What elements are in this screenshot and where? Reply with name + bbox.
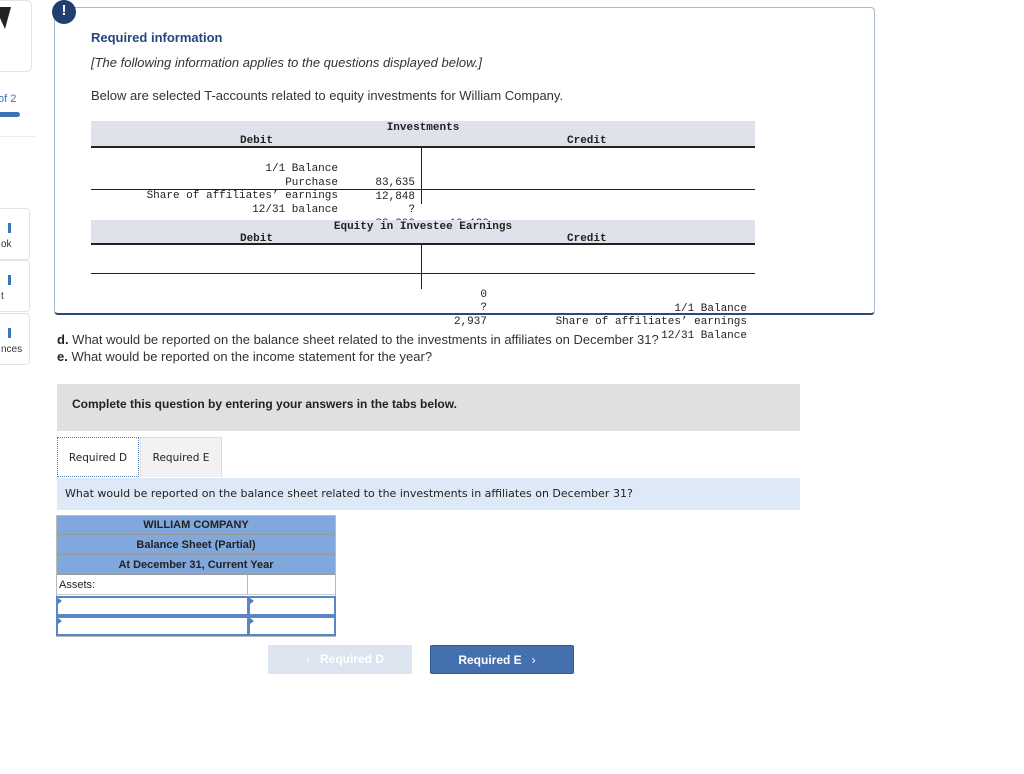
t-account-total-row: 2,937 12/31 Balance bbox=[91, 273, 755, 342]
t-account-investments: Investments Debit Credit 1/1 Balance 83,… bbox=[91, 121, 755, 244]
credit-label: Share of affiliates’ earnings bbox=[555, 316, 747, 328]
tab-required-e[interactable]: Required E bbox=[140, 437, 222, 477]
t-account-row: Share of affiliates’ earnings ? 10,120 S… bbox=[91, 175, 755, 244]
t-account-row: Purchase 12,848 bbox=[91, 162, 755, 203]
question-d-text: What would be reported on the balance sh… bbox=[68, 332, 659, 347]
chevron-right-icon: › bbox=[531, 653, 536, 667]
next-required-e-button[interactable]: Required E › bbox=[430, 645, 574, 674]
t-account-title: Investments bbox=[386, 122, 460, 134]
t-account-header: Equity in Investee Earnings Debit Credit bbox=[91, 220, 755, 245]
assets-label: Assets: bbox=[56, 575, 248, 595]
sidebar-divider bbox=[0, 136, 36, 137]
credit-header: Credit bbox=[567, 233, 607, 245]
t-account-body: 0 1/1 Balance ? Share of affiliates’ ear… bbox=[91, 245, 755, 342]
t-account-row: ? Share of affiliates’ earnings bbox=[91, 259, 755, 328]
assets-amount-cell bbox=[248, 575, 336, 595]
balance-sheet-amount-input-1[interactable] bbox=[248, 596, 336, 616]
debit-header: Debit bbox=[239, 233, 273, 245]
alert-icon: ! bbox=[52, 0, 76, 24]
debit-header: Debit bbox=[239, 135, 273, 147]
debit-value: ? bbox=[408, 204, 415, 216]
sidebar-item-ebook[interactable]: ok bbox=[0, 208, 30, 260]
balance-sheet-label-input-2[interactable] bbox=[56, 616, 249, 636]
next-button-label: Required E bbox=[458, 653, 522, 667]
progress-bar bbox=[0, 112, 20, 117]
logo-card bbox=[0, 0, 32, 72]
credit-value: 2,937 bbox=[453, 316, 487, 328]
credit-label: 12/31 Balance bbox=[661, 330, 747, 342]
balance-sheet-date: At December 31, Current Year bbox=[56, 555, 336, 575]
question-e-text: What would be reported on the income sta… bbox=[67, 349, 433, 364]
t-account-row: 1/1 Balance 83,635 bbox=[91, 148, 755, 189]
question-d: d. What would be reported on the balance… bbox=[57, 332, 659, 347]
credit-label: 1/1 Balance bbox=[674, 303, 747, 315]
t-account-total-row: 12/31 balance 89,300 bbox=[91, 189, 755, 230]
sidebar: of 2 ok t nces bbox=[0, 0, 36, 380]
tab-required-d[interactable]: Required D bbox=[57, 437, 139, 477]
logo-icon bbox=[0, 7, 11, 29]
required-information-description: Below are selected T-accounts related to… bbox=[91, 88, 564, 103]
question-d-prefix: d. bbox=[57, 332, 69, 347]
t-account-header: Investments Debit Credit bbox=[91, 121, 755, 148]
previous-button-label: Required D bbox=[319, 652, 384, 666]
sidebar-item-references[interactable]: nces bbox=[0, 313, 30, 365]
balance-sheet-amount-input-2[interactable] bbox=[248, 616, 336, 636]
progress-label: of 2 bbox=[0, 93, 17, 105]
tab-prompt: What would be reported on the balance sh… bbox=[57, 478, 800, 510]
balance-sheet-table: WILLIAM COMPANY Balance Sheet (Partial) … bbox=[56, 515, 336, 595]
t-account-row: 0 1/1 Balance bbox=[91, 246, 755, 315]
credit-value: 0 bbox=[480, 289, 487, 301]
t-account-title: Equity in Investee Earnings bbox=[333, 221, 513, 233]
t-account-body: 1/1 Balance 83,635 Purchase 12,848 Share… bbox=[91, 148, 755, 244]
instruction-text: Complete this question by entering your … bbox=[72, 397, 457, 411]
previous-required-d-button[interactable]: ‹ Required D bbox=[268, 645, 412, 674]
required-information-note: [The following information applies to th… bbox=[91, 55, 482, 70]
question-e: e. What would be reported on the income … bbox=[57, 349, 432, 364]
instruction-banner: Complete this question by entering your … bbox=[57, 384, 800, 431]
chevron-left-icon: ‹ bbox=[305, 652, 310, 666]
balance-sheet-label-input-1[interactable] bbox=[56, 596, 249, 616]
sidebar-item-label: t bbox=[1, 291, 4, 302]
credit-value: ? bbox=[480, 302, 487, 314]
t-account-equity-in-investee-earnings: Equity in Investee Earnings Debit Credit… bbox=[91, 220, 755, 342]
credit-header: Credit bbox=[567, 135, 607, 147]
references-icon bbox=[8, 328, 11, 338]
balance-sheet-company: WILLIAM COMPANY bbox=[56, 515, 336, 535]
debit-label: 12/31 balance bbox=[252, 204, 338, 216]
sidebar-item-label: ok bbox=[1, 239, 12, 250]
ebook-icon bbox=[8, 223, 11, 233]
balance-sheet-title: Balance Sheet (Partial) bbox=[56, 535, 336, 555]
required-information-title: Required information bbox=[91, 30, 223, 45]
print-icon bbox=[8, 275, 11, 285]
balance-sheet-section-row: Assets: bbox=[56, 575, 336, 595]
sidebar-item-label: nces bbox=[1, 344, 23, 355]
sidebar-item-print[interactable]: t bbox=[0, 260, 30, 312]
question-e-prefix: e. bbox=[57, 349, 68, 364]
